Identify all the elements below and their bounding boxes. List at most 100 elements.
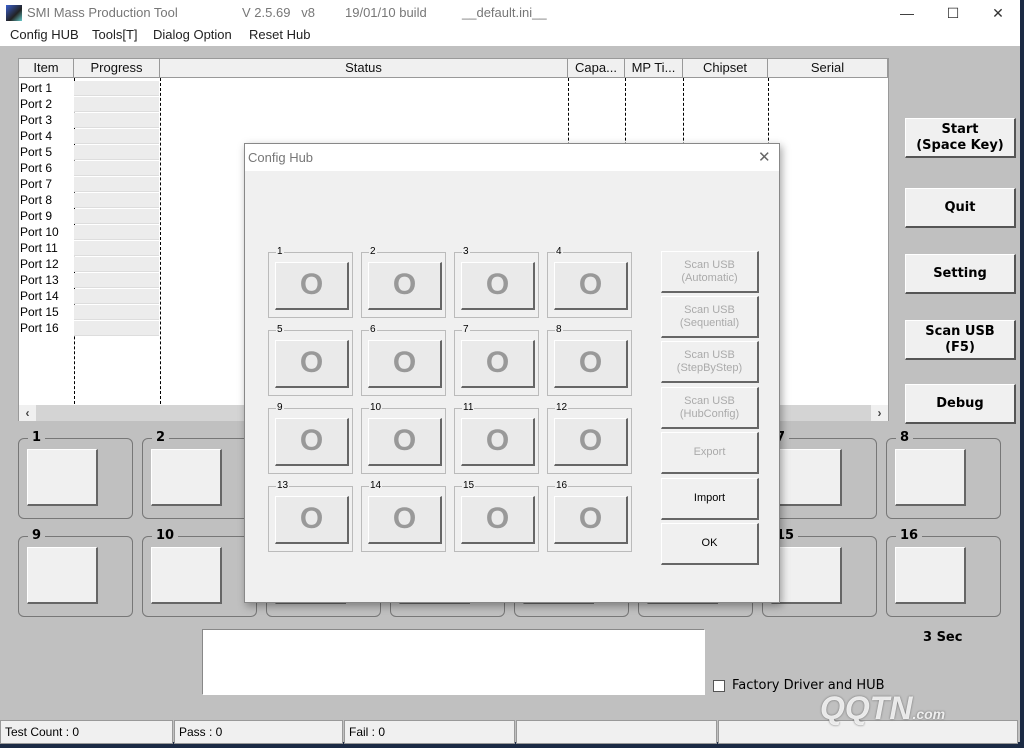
- hub-port-label: 7: [462, 324, 470, 335]
- progress-bar: [74, 193, 159, 208]
- table-row-item[interactable]: Port 1: [20, 80, 52, 96]
- app-icon: [6, 5, 22, 21]
- col-item[interactable]: Item: [19, 59, 74, 78]
- col-status[interactable]: Status: [160, 59, 568, 78]
- log-textbox[interactable]: [202, 629, 705, 695]
- factory-driver-checkbox[interactable]: [713, 680, 725, 692]
- scan-usb-stepbystep-button[interactable]: Scan USB (StepByStep): [661, 341, 759, 383]
- hub-port-group: 8O: [547, 324, 632, 396]
- hub-port-group: 7O: [454, 324, 539, 396]
- progress-bar: [74, 209, 159, 224]
- hub-port-button[interactable]: O: [368, 496, 442, 544]
- quit-button[interactable]: Quit: [905, 188, 1016, 228]
- table-row-item[interactable]: Port 13: [20, 272, 59, 288]
- menu-reset-hub[interactable]: Reset Hub: [249, 27, 310, 42]
- hub-port-group: 9O: [268, 402, 353, 474]
- hub-port-group: 6O: [361, 324, 446, 396]
- scan-usb-hubconfig-button[interactable]: Scan USB (HubConfig): [661, 387, 759, 429]
- hub-port-button[interactable]: O: [461, 262, 535, 310]
- hub-port-label: 15: [462, 480, 476, 491]
- hub-port-button[interactable]: O: [554, 340, 628, 388]
- hub-port-button[interactable]: O: [368, 262, 442, 310]
- version-label: V 2.5.69 v8: [242, 5, 315, 20]
- dialog-title-bar: Config Hub ✕: [245, 144, 779, 171]
- status-fail: Fail : 0: [344, 720, 515, 744]
- start-button[interactable]: Start (Space Key): [905, 118, 1016, 158]
- hub-port-button[interactable]: O: [275, 262, 349, 310]
- hub-port-button[interactable]: O: [554, 262, 628, 310]
- table-row-item[interactable]: Port 11: [20, 240, 58, 256]
- col-chipset[interactable]: Chipset: [683, 59, 768, 78]
- port-status-button[interactable]: [895, 547, 966, 604]
- table-row-item[interactable]: Port 12: [20, 256, 59, 272]
- table-row-item[interactable]: Port 8: [20, 192, 52, 208]
- hub-port-group: 4O: [547, 246, 632, 318]
- hub-port-button[interactable]: O: [275, 496, 349, 544]
- hub-port-button[interactable]: O: [554, 496, 628, 544]
- hub-port-button[interactable]: O: [368, 340, 442, 388]
- table-row-item[interactable]: Port 5: [20, 144, 52, 160]
- table-row-item[interactable]: Port 16: [20, 320, 59, 336]
- hub-port-button[interactable]: O: [368, 418, 442, 466]
- progress-bar: [74, 81, 159, 96]
- hub-port-label: 5: [276, 324, 284, 335]
- col-mp-time[interactable]: MP Ti...: [625, 59, 683, 78]
- hub-port-label: 6: [369, 324, 377, 335]
- port-status-button[interactable]: [27, 449, 98, 506]
- table-row-item[interactable]: Port 15: [20, 304, 59, 320]
- hub-port-button[interactable]: O: [275, 418, 349, 466]
- port-group: 8: [886, 430, 1001, 519]
- status-pass: Pass : 0: [174, 720, 343, 744]
- col-capacity[interactable]: Capa...: [568, 59, 625, 78]
- ok-button[interactable]: OK: [661, 523, 759, 565]
- build-label: 19/01/10 build: [345, 5, 427, 20]
- scan-usb-button[interactable]: Scan USB (F5): [905, 320, 1016, 360]
- hub-port-group: 11 O: [454, 402, 539, 474]
- hub-port-button[interactable]: O: [275, 340, 349, 388]
- hub-port-button[interactable]: O: [461, 496, 535, 544]
- hub-port-label: 14: [369, 480, 383, 491]
- progress-bar: [74, 97, 159, 112]
- hub-port-group: 5O: [268, 324, 353, 396]
- table-row-item[interactable]: Port 6: [20, 160, 52, 176]
- setting-button[interactable]: Setting: [905, 254, 1016, 294]
- port-status-button[interactable]: [895, 449, 966, 506]
- menu-tools[interactable]: Tools[T]: [92, 27, 138, 42]
- scan-usb-automatic-button[interactable]: Scan USB (Automatic): [661, 251, 759, 293]
- table-row-item[interactable]: Port 2: [20, 96, 52, 112]
- maximize-button[interactable]: ☐: [930, 0, 976, 26]
- table-row-item[interactable]: Port 3: [20, 112, 52, 128]
- table-row-item[interactable]: Port 14: [20, 288, 59, 304]
- port-status-button[interactable]: [27, 547, 98, 604]
- table-row-item[interactable]: Port 10: [20, 224, 59, 240]
- debug-button[interactable]: Debug: [905, 384, 1016, 424]
- table-row-item[interactable]: Port 9: [20, 208, 52, 224]
- hub-port-button[interactable]: O: [554, 418, 628, 466]
- scroll-right-icon[interactable]: ›: [871, 405, 888, 421]
- port-status-button[interactable]: [771, 547, 842, 604]
- close-button[interactable]: ✕: [975, 0, 1021, 26]
- import-button[interactable]: Import: [661, 478, 759, 520]
- port-status-button[interactable]: [771, 449, 842, 506]
- hub-port-group: 2O: [361, 246, 446, 318]
- table-row-item[interactable]: Port 4: [20, 128, 52, 144]
- port-status-button[interactable]: [151, 547, 222, 604]
- minimize-button[interactable]: —: [884, 0, 930, 26]
- hub-port-label: 9: [276, 402, 284, 413]
- col-serial[interactable]: Serial: [768, 59, 888, 78]
- table-row-item[interactable]: Port 7: [20, 176, 52, 192]
- col-progress[interactable]: Progress: [74, 59, 160, 78]
- menu-config-hub[interactable]: Config HUB: [10, 27, 79, 42]
- hub-port-button[interactable]: O: [461, 418, 535, 466]
- port-group: 1: [18, 430, 133, 519]
- scan-usb-sequential-button[interactable]: Scan USB (Sequential): [661, 296, 759, 338]
- port-status-button[interactable]: [151, 449, 222, 506]
- port-label: 10: [152, 528, 179, 543]
- scroll-left-icon[interactable]: ‹: [19, 405, 36, 421]
- dialog-close-icon[interactable]: ✕: [758, 148, 771, 166]
- progress-bar: [74, 177, 159, 192]
- export-button[interactable]: Export: [661, 432, 759, 474]
- hub-port-button[interactable]: O: [461, 340, 535, 388]
- progress-bar: [74, 305, 159, 320]
- menu-dialog-option[interactable]: Dialog Option: [153, 27, 232, 42]
